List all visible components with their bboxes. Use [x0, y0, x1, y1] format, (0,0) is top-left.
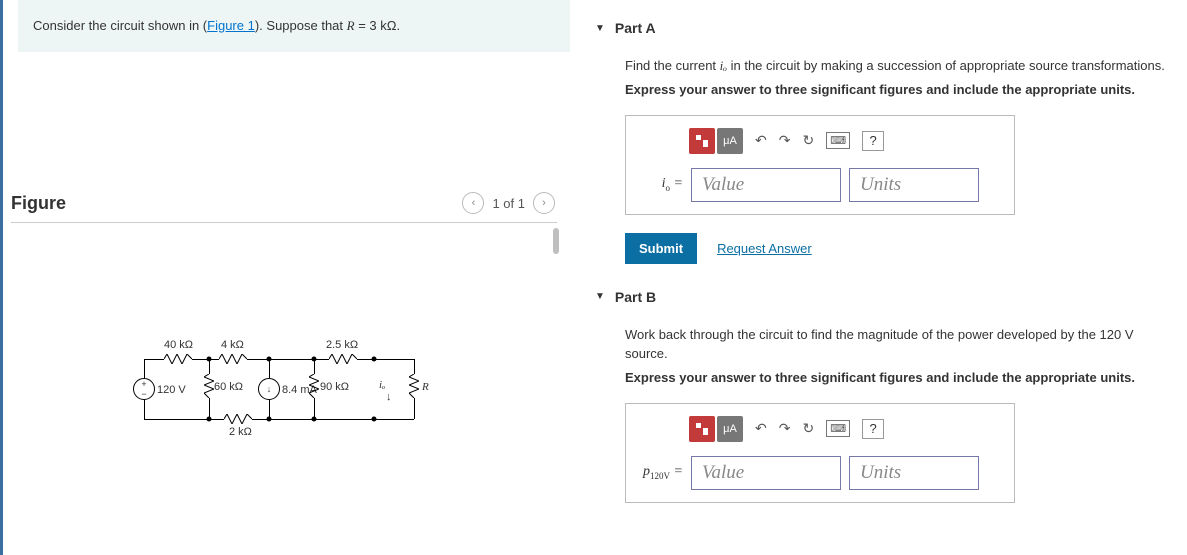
- part-b-header[interactable]: ▼ Part B: [595, 289, 1167, 305]
- template-button[interactable]: [689, 416, 715, 442]
- keyboard-icon[interactable]: ⌨: [826, 420, 850, 437]
- units-button[interactable]: μA: [717, 416, 743, 442]
- figure-pager: ‹ 1 of 1 ›: [462, 192, 555, 214]
- part-b-answer-box: μA ↶ ↷ ↻ ⌨ ? p120V = Value Units: [625, 403, 1015, 503]
- part-a-answer-box: μA ↶ ↷ ↻ ⌨ ? io = Value Units: [625, 115, 1015, 215]
- circuit-diagram: 40 kΩ 4 kΩ 2.5 kΩ: [124, 339, 444, 439]
- part-a-title: Part A: [615, 20, 656, 36]
- part-a-value-input[interactable]: Value: [691, 168, 841, 202]
- figure-area: 40 kΩ 4 kΩ 2.5 kΩ: [11, 222, 557, 555]
- caret-down-icon: ▼: [595, 23, 605, 34]
- label-r25: 2.5 kΩ: [326, 339, 358, 351]
- part-a-instruction: Find the current iₒ in the circuit by ma…: [625, 56, 1167, 76]
- part-a-header[interactable]: ▼ Part A: [595, 20, 1167, 36]
- label-r4: 4 kΩ: [221, 339, 244, 351]
- label-r2: 2 kΩ: [229, 426, 252, 438]
- pager-prev[interactable]: ‹: [462, 192, 484, 214]
- part-b-format: Express your answer to three significant…: [625, 370, 1167, 385]
- part-b-units-input[interactable]: Units: [849, 456, 979, 490]
- part-b-value-input[interactable]: Value: [691, 456, 841, 490]
- part-a-units-input[interactable]: Units: [849, 168, 979, 202]
- undo-icon[interactable]: ↶: [755, 132, 767, 149]
- pager-next[interactable]: ›: [533, 192, 555, 214]
- redo-icon[interactable]: ↷: [779, 420, 791, 437]
- figure-heading: Figure: [11, 193, 66, 214]
- scrollbar-thumb[interactable]: [553, 228, 559, 254]
- template-button[interactable]: [689, 128, 715, 154]
- prompt-text-post: ). Suppose that: [255, 18, 347, 33]
- arrow-down-icon: ↓: [386, 391, 392, 403]
- problem-prompt: Consider the circuit shown in (Figure 1)…: [18, 0, 570, 52]
- label-r40: 40 kΩ: [164, 339, 193, 351]
- part-b-title: Part B: [615, 289, 656, 305]
- part-a-eq-label: io =: [641, 176, 683, 193]
- figure-link[interactable]: Figure 1: [207, 18, 255, 33]
- part-b-instruction: Work back through the circuit to find th…: [625, 325, 1167, 364]
- label-r60: 60 kΩ: [214, 381, 243, 393]
- part-a-format: Express your answer to three significant…: [625, 82, 1167, 97]
- units-button[interactable]: μA: [717, 128, 743, 154]
- help-button[interactable]: ?: [862, 419, 884, 439]
- current-source-icon: ↓: [258, 378, 280, 400]
- pager-text: 1 of 1: [492, 196, 525, 211]
- keyboard-icon[interactable]: ⌨: [826, 132, 850, 149]
- part-b-eq-label: p120V =: [641, 464, 683, 481]
- reset-icon[interactable]: ↻: [802, 132, 814, 149]
- redo-icon[interactable]: ↷: [779, 132, 791, 149]
- prompt-var: R: [347, 18, 355, 33]
- label-r90: 90 kΩ: [320, 381, 349, 393]
- label-v120: 120 V: [157, 384, 186, 396]
- undo-icon[interactable]: ↶: [755, 420, 767, 437]
- help-button[interactable]: ?: [862, 131, 884, 151]
- part-a-submit-button[interactable]: Submit: [625, 233, 697, 264]
- voltage-source-icon: +−: [133, 378, 155, 400]
- label-R: R: [422, 381, 429, 393]
- caret-down-icon: ▼: [595, 291, 605, 302]
- part-a-request-answer[interactable]: Request Answer: [717, 241, 812, 256]
- prompt-text-pre: Consider the circuit shown in (: [33, 18, 207, 33]
- reset-icon[interactable]: ↻: [802, 420, 814, 437]
- prompt-eq: = 3 kΩ.: [355, 18, 401, 33]
- label-io: iₒ: [379, 379, 385, 391]
